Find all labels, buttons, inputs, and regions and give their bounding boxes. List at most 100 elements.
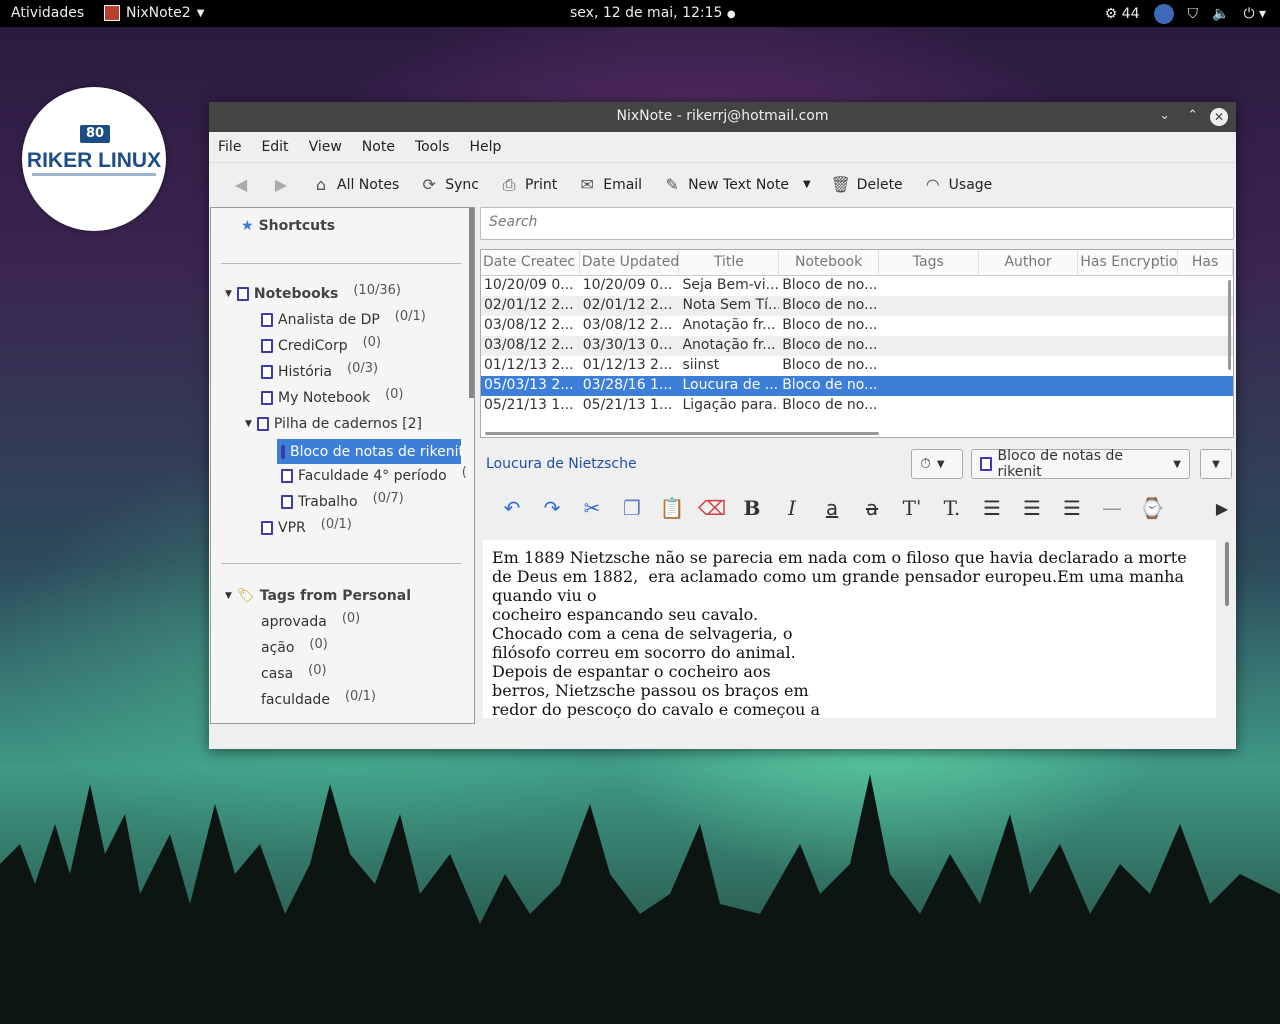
table-row[interactable]: 01/12/13 2... 01/12/13 2... siinst Bloco de… — [481, 356, 1233, 376]
insert-datetime-icon[interactable]: ⌚ — [1132, 496, 1172, 520]
sidebar-scrollbar[interactable] — [469, 208, 474, 398]
print-button[interactable]: ⎙ Print — [499, 175, 558, 194]
align-right-icon[interactable]: ☰ — [1012, 496, 1052, 520]
sidebar-item-faculdade[interactable]: Faculdade 4° período ( — [281, 465, 467, 484]
sidebar-item-credicorp[interactable]: CrediCorp (0) — [261, 335, 381, 354]
clock[interactable]: sex, 12 de mai, 12:15 ● — [570, 5, 736, 21]
shield-icon[interactable]: ⛉ — [1188, 6, 1199, 22]
note-title[interactable]: Loucura de Nietzsche — [486, 456, 637, 472]
menu-note[interactable]: Note — [362, 139, 395, 155]
more-options-button[interactable]: ▼ — [1200, 449, 1232, 479]
table-cell: 03/08/12 2... — [582, 317, 673, 333]
logo-underline — [32, 173, 156, 176]
italic-icon[interactable]: I — [772, 496, 812, 520]
eraser-icon[interactable]: ⌫ — [692, 496, 732, 520]
print-label: Print — [525, 176, 558, 193]
underline-icon[interactable]: a — [812, 496, 852, 520]
email-button[interactable]: ✉ Email — [577, 175, 643, 194]
sidebar-tag-faculdade[interactable]: faculdade (0/1) — [261, 689, 376, 709]
user-avatar-icon[interactable] — [1153, 4, 1174, 24]
notebook-icon — [281, 495, 293, 509]
column-author[interactable]: Author — [979, 250, 1079, 275]
sidebar-item-analista[interactable]: Analista de DP (0/1) — [261, 309, 426, 328]
delete-button[interactable]: 🗑 Delete — [831, 175, 903, 194]
note-editor[interactable]: Em 1889 Nietzsche não se parecia em nada… — [483, 540, 1216, 718]
sidebar-shortcuts[interactable]: ★ Shortcuts — [241, 218, 335, 234]
usage-button[interactable]: ◠ Usage — [923, 175, 993, 194]
table-cell — [879, 376, 979, 396]
more-format-arrow-icon[interactable]: ▶ — [1202, 499, 1242, 518]
triangle-down-icon[interactable]: ▼ — [225, 289, 232, 299]
sidebar-tag-acao[interactable]: ação (0) — [261, 637, 328, 657]
strikethrough-icon[interactable]: a — [852, 496, 892, 520]
paste-icon[interactable]: 📋 — [652, 496, 692, 520]
table-row[interactable]: 02/01/12 2... 02/01/12 2... Nota Sem Tí...… — [481, 296, 1233, 316]
app-menu[interactable]: NixNote2 ▼ — [104, 5, 204, 21]
sidebar-tags[interactable]: ▼ 🏷 Tags from Personal — [225, 588, 411, 604]
cut-icon[interactable]: ✂ — [572, 496, 612, 520]
forward-button[interactable]: ▶ — [271, 174, 291, 194]
redo-icon[interactable]: ↷ — [532, 496, 572, 520]
sidebar-item-my-notebook[interactable]: My Notebook (0) — [261, 387, 404, 406]
menu-tools[interactable]: Tools — [415, 139, 450, 155]
activities-button[interactable]: Atividades — [11, 5, 84, 21]
sidebar-item-historia[interactable]: História (0/3) — [261, 361, 378, 380]
close-icon[interactable]: ✕ — [1210, 108, 1228, 126]
column-title[interactable]: Title — [679, 250, 780, 275]
align-center-icon[interactable]: ☰ — [972, 496, 1012, 520]
updates-icon[interactable]: ⚙ 44 — [1105, 6, 1140, 22]
sidebar-item-bloco-rikenit[interactable]: Bloco de notas de rikenit — [277, 439, 464, 464]
column-date-created[interactable]: Date Createc ▲ — [481, 250, 580, 275]
bold-icon[interactable]: B — [732, 496, 772, 520]
subscript-icon[interactable]: T. — [932, 496, 972, 520]
table-row[interactable]: 05/03/13 2... 03/28/16 1... Loucura de ...… — [481, 376, 1233, 396]
reminder-button[interactable]: ⏱ ▼ — [911, 449, 963, 479]
table-cell — [1178, 396, 1233, 416]
minimize-icon[interactable]: ⌄ — [1159, 108, 1170, 123]
search-input[interactable]: Search — [480, 207, 1234, 240]
back-button[interactable]: ◀ — [231, 174, 251, 194]
column-notebook[interactable]: Notebook — [779, 250, 879, 275]
arrow-right-icon: ▶ — [274, 174, 288, 194]
sidebar-notebooks[interactable]: ▼ Notebooks (10/36) — [225, 283, 401, 303]
table-row[interactable]: 10/20/09 0... 10/20/09 0... Seja Bem-vi...… — [481, 276, 1233, 296]
stack-label: Pilha de cadernos [2] — [273, 416, 422, 432]
sidebar-item-trabalho[interactable]: Trabalho (0/7) — [281, 491, 404, 510]
column-has[interactable]: Has — [1178, 250, 1233, 275]
sidebar-tag-casa[interactable]: casa (0) — [261, 663, 327, 683]
align-left-icon[interactable]: ☰ — [1052, 496, 1092, 520]
maximize-icon[interactable]: ⌃ — [1187, 108, 1198, 123]
menu-help[interactable]: Help — [469, 139, 501, 155]
column-date-updated[interactable]: Date Updated — [580, 250, 680, 275]
all-notes-button[interactable]: ⌂ All Notes — [311, 175, 399, 194]
sidebar-tag-aprovada[interactable]: aprovada (0) — [261, 611, 360, 631]
column-tags[interactable]: Tags — [879, 250, 979, 275]
notebook-select[interactable]: Bloco de notas de rikenit ▼ — [971, 448, 1190, 480]
superscript-icon[interactable]: Tˈ — [892, 496, 932, 520]
table-row[interactable]: 03/08/12 2... 03/08/12 2... Anotação fr...… — [481, 316, 1233, 336]
table-vscrollbar[interactable] — [1228, 280, 1231, 370]
volume-icon[interactable]: 🔈 — [1212, 6, 1229, 22]
menu-view[interactable]: View — [309, 139, 342, 155]
table-hscrollbar[interactable] — [485, 432, 879, 435]
chevron-down-icon[interactable]: ▼ — [803, 179, 811, 190]
arrow-left-icon: ◀ — [234, 174, 248, 194]
horizontal-rule-icon[interactable]: — — [1092, 496, 1132, 520]
column-has-encryption[interactable]: Has Encryption — [1078, 250, 1179, 275]
table-cell — [879, 296, 979, 316]
sync-button[interactable]: ⟳ Sync — [419, 175, 479, 194]
menu-edit[interactable]: Edit — [261, 139, 288, 155]
sidebar-item-pilha[interactable]: ▼ Pilha de cadernos [2] — [245, 416, 422, 432]
undo-icon[interactable]: ↶ — [492, 496, 532, 520]
editor-scrollbar[interactable] — [1225, 542, 1229, 606]
sidebar-item-vpr[interactable]: VPR (0/1) — [261, 517, 352, 536]
window-titlebar[interactable]: NixNote - rikerrj@hotmail.com ⌄ ⌃ ✕ — [209, 102, 1236, 132]
new-text-note-button[interactable]: ✎ New Text Note ▼ — [662, 175, 811, 194]
copy-icon[interactable]: ❐ — [612, 496, 652, 520]
triangle-down-icon[interactable]: ▼ — [225, 591, 232, 601]
power-icon[interactable]: ⏻ ▾ — [1243, 6, 1266, 22]
triangle-down-icon[interactable]: ▼ — [245, 419, 252, 429]
table-row[interactable]: 05/21/13 1... 05/21/13 1... Ligação para..… — [481, 396, 1233, 416]
table-row[interactable]: 03/08/12 2... 03/30/13 0... Anotação fr...… — [481, 336, 1233, 356]
menu-file[interactable]: File — [218, 139, 241, 155]
